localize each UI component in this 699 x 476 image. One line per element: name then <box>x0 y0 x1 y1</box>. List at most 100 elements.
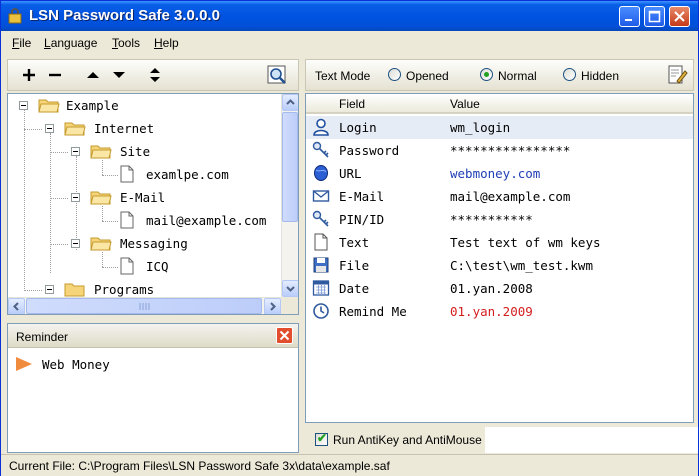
chevron-up-icon <box>286 99 295 105</box>
scroll-left-button[interactable] <box>8 298 25 314</box>
antikey-label[interactable]: Run AntiKey and AntiMouse <box>333 433 482 447</box>
tree-node-email-item[interactable]: mail@example.com <box>8 211 280 233</box>
scroll-thumb[interactable] <box>26 298 262 314</box>
grid-row-email[interactable]: E-Mail mail@example.com <box>306 185 693 208</box>
menu-help-accel: H <box>154 36 163 50</box>
grid-row-login[interactable]: Login wm_login <box>306 116 693 139</box>
menu-help[interactable]: Help <box>154 36 179 50</box>
chevron-left-icon <box>13 302 19 311</box>
move-down-button[interactable] <box>108 64 130 86</box>
field-grid[interactable]: Field Value Login wm_login Password ****… <box>305 93 694 423</box>
tree-node-internet[interactable]: Internet <box>8 119 278 141</box>
antikey-checkbox[interactable]: ✔ <box>315 431 328 446</box>
chevron-down-icon <box>286 286 295 292</box>
menu-language-accel: L <box>44 36 51 50</box>
field-value: mail@example.com <box>450 189 571 204</box>
close-button[interactable] <box>669 6 690 27</box>
scroll-up-button[interactable] <box>282 94 298 111</box>
menu-tools[interactable]: Tools <box>112 36 140 50</box>
remove-button[interactable] <box>44 64 66 86</box>
folder-closed-icon <box>64 283 85 297</box>
reminder-close-button[interactable] <box>276 327 293 344</box>
field-name: PIN/ID <box>339 212 385 227</box>
field-name: Remind Me <box>339 304 407 319</box>
menu-language[interactable]: Language <box>44 36 97 50</box>
add-icon <box>23 69 35 81</box>
minimize-button[interactable] <box>619 6 640 27</box>
column-header-value[interactable]: Value <box>450 97 480 111</box>
collapse-toggle[interactable] <box>71 193 80 202</box>
tree-node-label: mail@example.com <box>146 213 267 228</box>
clock-icon <box>313 303 329 319</box>
globe-icon <box>314 165 328 181</box>
title-bar[interactable]: LSN Password Safe 3.0.0.0 <box>1 1 698 31</box>
field-name: Date <box>339 281 370 296</box>
edit-button[interactable] <box>666 64 688 86</box>
menu-tools-label: ools <box>118 36 141 50</box>
collapse-toggle[interactable] <box>45 124 54 133</box>
search-icon <box>267 65 286 84</box>
field-value-link[interactable]: webmoney.com <box>450 166 540 181</box>
field-value: 01.yan.2008 <box>450 281 533 296</box>
current-file-status: Current File: C:\Program Files\LSN Passw… <box>9 459 390 473</box>
blank-area <box>485 427 698 453</box>
grid-row-remind-me[interactable]: Remind Me 01.yan.2009 <box>306 300 693 323</box>
grid-row-url[interactable]: URL webmoney.com <box>306 162 693 185</box>
menu-file[interactable]: File <box>12 36 31 50</box>
radio-hidden-label[interactable]: Hidden <box>581 69 619 83</box>
folder-open-icon <box>38 99 60 113</box>
tree-node-example[interactable]: Example <box>8 96 278 118</box>
radio-normal-label[interactable]: Normal <box>498 69 537 83</box>
collapse-toggle[interactable] <box>19 101 28 110</box>
field-name: Login <box>339 120 377 135</box>
grid-row-file[interactable]: File C:\test\wm_test.kwm <box>306 254 693 277</box>
collapse-toggle[interactable] <box>71 239 80 248</box>
maximize-button[interactable] <box>644 6 665 27</box>
find-button[interactable] <box>266 64 288 86</box>
antikey-option: ✔ Run AntiKey and AntiMouse <box>307 427 485 453</box>
window-title: LSN Password Safe 3.0.0.0 <box>29 7 220 24</box>
sort-icon <box>150 68 160 82</box>
tree-node-site[interactable]: Site <box>8 142 278 164</box>
field-name: URL <box>339 166 362 181</box>
field-name: Password <box>339 143 400 158</box>
radio-opened[interactable] <box>388 68 401 81</box>
tree-node-email[interactable]: E-Mail <box>8 188 278 210</box>
move-up-button[interactable] <box>82 64 104 86</box>
move-down-icon <box>113 72 125 78</box>
field-value: *********** <box>450 212 533 227</box>
scroll-down-button[interactable] <box>282 280 298 297</box>
radio-normal[interactable] <box>480 68 493 81</box>
grid-row-password[interactable]: Password **************** <box>306 139 693 162</box>
tree-node-messaging[interactable]: Messaging <box>8 234 278 256</box>
key-icon <box>312 141 329 158</box>
grid-row-date[interactable]: Date 01.yan.2008 <box>306 277 693 300</box>
grid-row-text[interactable]: Text Test text of wm keys <box>306 231 693 254</box>
column-header-field[interactable]: Field <box>339 97 365 111</box>
tree-node-icq[interactable]: ICQ <box>8 257 278 279</box>
tree-node-label: Site <box>120 144 151 159</box>
maximize-icon <box>648 10 661 23</box>
remove-icon <box>49 73 61 77</box>
grip-icon <box>139 303 150 310</box>
radio-hidden[interactable] <box>563 68 576 81</box>
tree-horizontal-scrollbar[interactable] <box>8 297 281 314</box>
tree-vertical-scrollbar[interactable] <box>281 94 298 297</box>
folder-tree[interactable]: Example Internet Site examlpe.com E-Mail… <box>7 93 299 315</box>
sort-button[interactable] <box>144 64 166 86</box>
chevron-right-icon <box>270 302 276 311</box>
reminder-header: Reminder <box>8 324 298 348</box>
document-icon <box>120 257 134 275</box>
collapse-toggle[interactable] <box>71 147 80 156</box>
scroll-thumb[interactable] <box>282 112 298 222</box>
collapse-toggle[interactable] <box>45 285 54 294</box>
scroll-right-button[interactable] <box>264 298 281 314</box>
minimize-icon <box>625 19 632 21</box>
tree-node-site-item[interactable]: examlpe.com <box>8 165 278 187</box>
radio-opened-label[interactable]: Opened <box>406 69 449 83</box>
grid-row-pin[interactable]: PIN/ID *********** <box>306 208 693 231</box>
add-button[interactable] <box>18 64 40 86</box>
text-mode-label: Text Mode <box>315 69 371 83</box>
scrollbar-corner <box>281 297 298 314</box>
menu-bar: File Language Tools Help <box>1 31 698 55</box>
